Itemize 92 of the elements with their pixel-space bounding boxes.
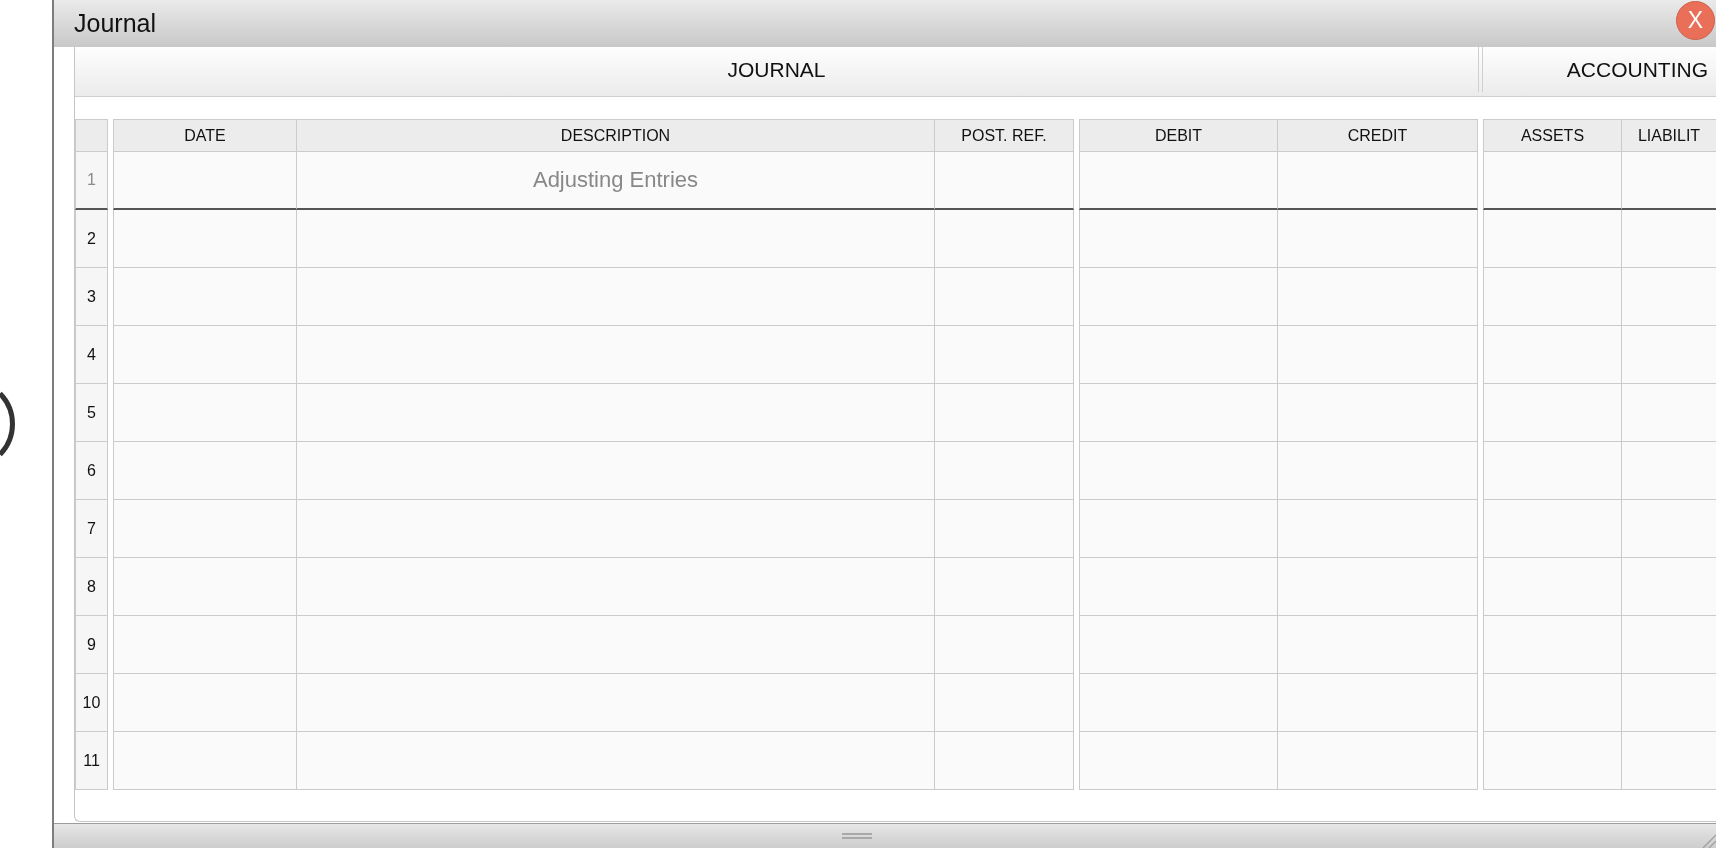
debit-field[interactable]: [1079, 268, 1278, 326]
assets-field[interactable]: [1483, 674, 1622, 732]
assets-field[interactable]: [1483, 442, 1622, 500]
liabilities-field[interactable]: [1622, 152, 1716, 210]
description-field[interactable]: [297, 268, 935, 326]
row-number: 4: [75, 326, 108, 384]
assets-field[interactable]: [1483, 616, 1622, 674]
debit-field[interactable]: [1079, 442, 1278, 500]
post-ref-field[interactable]: [935, 500, 1074, 558]
column-header: DEBIT: [1079, 119, 1278, 152]
date-field[interactable]: [113, 152, 297, 210]
assets-field[interactable]: [1483, 268, 1622, 326]
assets-field[interactable]: [1483, 558, 1622, 616]
description-field[interactable]: [297, 442, 935, 500]
post-ref-field[interactable]: [935, 384, 1074, 442]
column-header: CREDIT: [1278, 119, 1478, 152]
post-ref-field[interactable]: [935, 326, 1074, 384]
row-number: 9: [75, 616, 108, 674]
post-ref-field[interactable]: [935, 268, 1074, 326]
debit-field[interactable]: [1079, 210, 1278, 268]
post-ref-field[interactable]: [935, 210, 1074, 268]
column-header: LIABILIT: [1622, 119, 1716, 152]
description-field[interactable]: [297, 326, 935, 384]
date-field[interactable]: [113, 500, 297, 558]
description-field[interactable]: Adjusting Entries: [297, 152, 935, 210]
assets-field[interactable]: [1483, 210, 1622, 268]
row-number: 3: [75, 268, 108, 326]
debit-field[interactable]: [1079, 674, 1278, 732]
credit-field[interactable]: [1278, 558, 1478, 616]
row-number: 7: [75, 500, 108, 558]
date-field[interactable]: [113, 558, 297, 616]
credit-field[interactable]: [1278, 384, 1478, 442]
column-header: POST. REF.: [935, 119, 1074, 152]
column-header: DESCRIPTION: [297, 119, 935, 152]
post-ref-field[interactable]: [935, 558, 1074, 616]
ring-icon: [0, 389, 16, 459]
date-field[interactable]: [113, 674, 297, 732]
credit-field[interactable]: [1278, 152, 1478, 210]
credit-field[interactable]: [1278, 268, 1478, 326]
post-ref-field[interactable]: [935, 616, 1074, 674]
date-field[interactable]: [113, 326, 297, 384]
description-field[interactable]: [297, 558, 935, 616]
credit-field[interactable]: [1278, 500, 1478, 558]
debit-field[interactable]: [1079, 500, 1278, 558]
post-ref-field[interactable]: [935, 732, 1074, 790]
credit-field[interactable]: [1278, 732, 1478, 790]
description-field[interactable]: [297, 500, 935, 558]
row-number: 11: [75, 732, 108, 790]
date-field[interactable]: [113, 732, 297, 790]
credit-field[interactable]: [1278, 442, 1478, 500]
debit-field[interactable]: [1079, 616, 1278, 674]
assets-field[interactable]: [1483, 326, 1622, 384]
date-field[interactable]: [113, 616, 297, 674]
date-field[interactable]: [113, 268, 297, 326]
description-field[interactable]: [297, 674, 935, 732]
section-title: ACCOUNTING: [1482, 47, 1716, 92]
grip-icon[interactable]: [842, 833, 872, 839]
row-number: 2: [75, 210, 108, 268]
credit-field[interactable]: [1278, 674, 1478, 732]
section-title: JOURNAL: [75, 47, 1479, 92]
row-number: 8: [75, 558, 108, 616]
post-ref-field[interactable]: [935, 152, 1074, 210]
debit-field[interactable]: [1079, 326, 1278, 384]
credit-field[interactable]: [1278, 616, 1478, 674]
debit-field[interactable]: [1079, 152, 1278, 210]
debit-field[interactable]: [1079, 732, 1278, 790]
description-field[interactable]: [297, 732, 935, 790]
resize-grip-icon[interactable]: [1702, 834, 1716, 848]
description-field[interactable]: [297, 210, 935, 268]
column-header: ASSETS: [1483, 119, 1622, 152]
date-field[interactable]: [113, 384, 297, 442]
assets-field[interactable]: [1483, 384, 1622, 442]
window-title: Journal: [74, 9, 156, 38]
row-number: 1: [75, 152, 108, 210]
row-number: 10: [75, 674, 108, 732]
column-header: DATE: [113, 119, 297, 152]
row-number: 5: [75, 384, 108, 442]
credit-field[interactable]: [1278, 210, 1478, 268]
description-field[interactable]: [297, 384, 935, 442]
debit-field[interactable]: [1079, 384, 1278, 442]
assets-field[interactable]: [1483, 152, 1622, 210]
credit-field[interactable]: [1278, 326, 1478, 384]
description-field[interactable]: [297, 616, 935, 674]
date-field[interactable]: [113, 442, 297, 500]
date-field[interactable]: [113, 210, 297, 268]
row-number: 6: [75, 442, 108, 500]
assets-field[interactable]: [1483, 500, 1622, 558]
post-ref-field[interactable]: [935, 674, 1074, 732]
debit-field[interactable]: [1079, 558, 1278, 616]
post-ref-field[interactable]: [935, 442, 1074, 500]
assets-field[interactable]: [1483, 732, 1622, 790]
close-button[interactable]: X: [1676, 1, 1715, 40]
